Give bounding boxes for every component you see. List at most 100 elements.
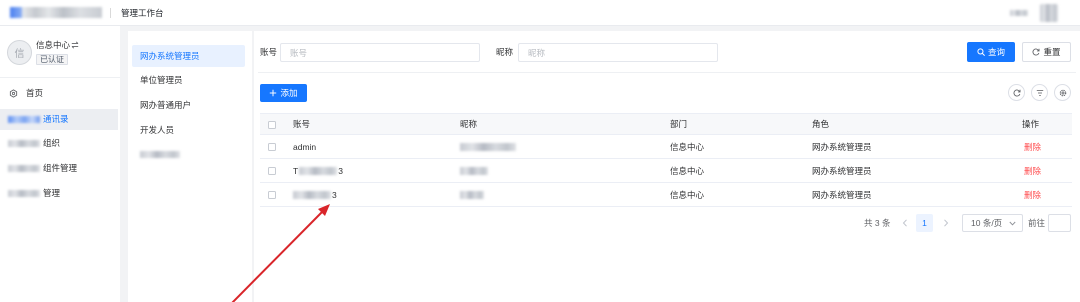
nickname-label: 昵称 — [496, 47, 514, 57]
role-item[interactable]: 开发人员 — [132, 119, 245, 141]
verified-badge: 已认证 — [36, 54, 68, 65]
role-item[interactable]: 单位管理员 — [132, 69, 245, 91]
sidebar-item-component-management[interactable]: 组件管理 — [0, 158, 118, 179]
sidebar-item-home[interactable]: 首页 — [0, 83, 118, 104]
user-avatar[interactable] — [1040, 4, 1058, 22]
role-item-label: 开发人员 — [140, 125, 175, 135]
redacted-text — [8, 116, 40, 123]
delete-link[interactable]: 删除 — [1024, 142, 1041, 152]
page-number[interactable]: 1 — [916, 214, 933, 232]
redacted-text — [8, 165, 40, 172]
account-input[interactable] — [280, 43, 480, 62]
sidebar-item-management[interactable]: 管理 — [0, 183, 118, 204]
sidebar-item-contacts[interactable]: 通讯录 — [0, 109, 118, 130]
action-cell: 删除 — [1022, 158, 1072, 183]
account-cell: T3 — [293, 158, 460, 183]
header-divider — [110, 8, 111, 18]
main-content: 账号 昵称 查询 重置 添加 — [254, 31, 1080, 302]
pagination-total: 共 3 条 — [864, 218, 891, 228]
sidebar: 信 信息中心 已认证 首页 通讯录 组织 组件管理 管理 — [0, 26, 120, 302]
sidebar-item-label: 管理 — [43, 188, 61, 198]
search-divider — [258, 72, 1076, 73]
goto-page-input[interactable] — [1048, 214, 1071, 232]
redacted-text — [140, 151, 180, 158]
role-item-label: 网办普通用户 — [140, 100, 192, 110]
app-logo[interactable] — [10, 7, 102, 18]
redacted-text — [460, 191, 484, 200]
department-cell: 信息中心 — [670, 182, 812, 207]
goto-label: 前往 — [1028, 218, 1046, 228]
account-cell: admin — [293, 134, 460, 159]
table-row: T3 信息中心 网办系统管理员 删除 — [260, 158, 1072, 183]
page-size-select[interactable]: 10 条/页 — [962, 214, 1023, 232]
table-row: admin 信息中心 网办系统管理员 删除 — [260, 134, 1072, 159]
select-all-cell — [260, 113, 293, 135]
refresh-button[interactable] — [1008, 84, 1025, 101]
department-cell: 信息中心 — [670, 158, 812, 183]
role-item-label: 网办系统管理员 — [140, 51, 200, 61]
action-cell: 删除 — [1022, 134, 1072, 159]
delete-link[interactable]: 删除 — [1024, 166, 1041, 176]
add-button[interactable]: 添加 — [260, 84, 307, 102]
row-checkbox[interactable] — [268, 191, 276, 200]
role-item[interactable] — [132, 144, 245, 166]
role-list: 网办系统管理员 单位管理员 网办普通用户 开发人员 — [128, 31, 252, 302]
sidebar-item-label: 通讯录 — [43, 114, 69, 124]
settings-icon — [1059, 89, 1066, 96]
nickname-cell — [460, 158, 670, 183]
add-button-label: 添加 — [280, 88, 298, 98]
chevron-down-icon — [1009, 221, 1016, 226]
prev-page-button[interactable] — [899, 214, 911, 232]
role-item[interactable]: 网办普通用户 — [132, 94, 245, 116]
sort-icon — [1036, 89, 1043, 96]
reset-button-label: 重置 — [1043, 47, 1061, 57]
delete-link[interactable]: 删除 — [1024, 190, 1041, 200]
header-user-info[interactable] — [1010, 10, 1028, 16]
column-header-action: 操作 — [1022, 113, 1072, 135]
action-cell: 删除 — [1022, 182, 1072, 207]
sidebar-item-label: 组件管理 — [43, 163, 78, 173]
home-icon — [9, 89, 18, 98]
refresh-icon — [1033, 48, 1040, 56]
query-button[interactable]: 查询 — [967, 42, 1015, 62]
sidebar-item-organization[interactable]: 组织 — [0, 133, 118, 154]
user-table: 账号 昵称 部门 角色 操作 admin 信息中心 网办系统管理员 删除 T 3 … — [260, 113, 1072, 207]
switch-icon[interactable] — [71, 41, 79, 49]
row-select-cell — [260, 182, 293, 207]
role-cell: 网办系统管理员 — [812, 134, 1022, 159]
top-header: 管理工作台 — [0, 0, 1080, 26]
account-cell: 3 — [293, 182, 460, 207]
refresh-icon — [1013, 89, 1020, 96]
role-item[interactable]: 网办系统管理员 — [132, 45, 245, 67]
sidebar-item-label: 首页 — [26, 88, 44, 98]
reset-button[interactable]: 重置 — [1022, 42, 1071, 62]
settings-button[interactable] — [1054, 84, 1071, 101]
nickname-cell — [460, 134, 670, 159]
sidebar-divider — [0, 77, 120, 78]
sidebar-item-label: 组织 — [43, 138, 61, 148]
row-checkbox[interactable] — [268, 167, 276, 176]
account-label: 账号 — [260, 47, 278, 57]
org-name: 信息中心 — [36, 40, 71, 50]
row-checkbox[interactable] — [268, 143, 276, 152]
redacted-text — [8, 190, 40, 197]
column-header-role: 角色 — [812, 113, 1022, 135]
redacted-text — [299, 167, 338, 176]
column-header-nickname: 昵称 — [460, 113, 670, 135]
redacted-text — [8, 140, 40, 147]
account-suffix: 3 — [338, 165, 343, 176]
avatar[interactable]: 信 — [7, 40, 32, 65]
table-header-row: 账号 昵称 部门 角色 操作 — [260, 113, 1072, 135]
nickname-input[interactable] — [518, 43, 718, 62]
chevron-left-icon — [902, 219, 907, 227]
sort-button[interactable] — [1031, 84, 1048, 101]
nickname-cell — [460, 182, 670, 207]
select-all-checkbox[interactable] — [268, 120, 276, 129]
account-suffix: 3 — [332, 189, 337, 200]
account-prefix: T — [293, 165, 299, 176]
row-select-cell — [260, 158, 293, 183]
next-page-button[interactable] — [940, 214, 952, 232]
column-header-account: 账号 — [293, 113, 460, 135]
page-size-value: 10 条/页 — [971, 218, 1003, 228]
role-item-label: 单位管理员 — [140, 75, 183, 85]
